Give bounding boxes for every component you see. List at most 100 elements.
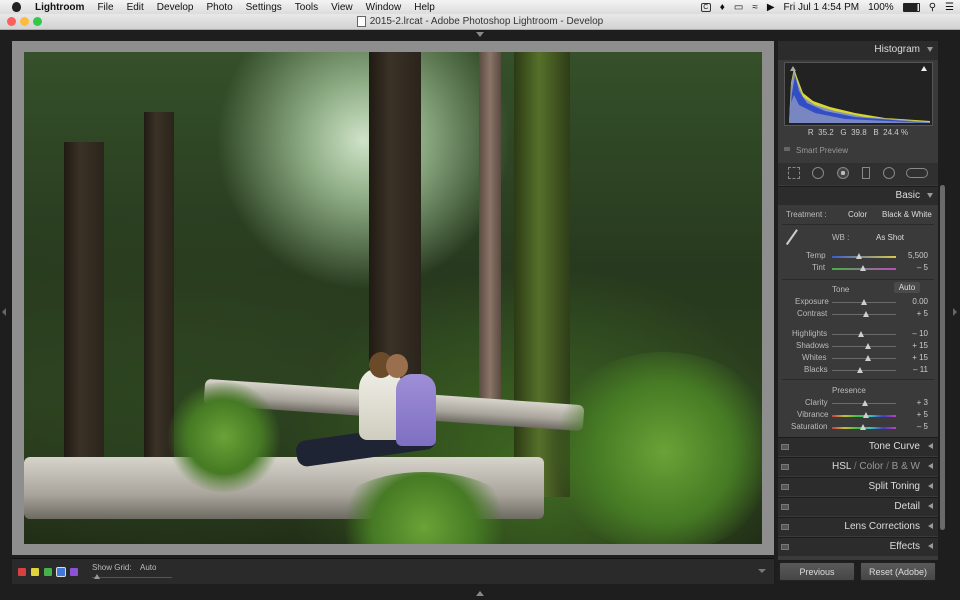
adjustment-brush-icon[interactable]	[906, 168, 928, 178]
flame-icon[interactable]: ♦	[720, 2, 725, 13]
vibrance-slider[interactable]	[832, 412, 896, 418]
menu-view[interactable]: View	[331, 2, 353, 13]
treatment-color-button[interactable]: Color	[848, 210, 867, 219]
exposure-value[interactable]: 0.00	[912, 297, 928, 306]
airplay-icon[interactable]: ▭	[734, 2, 743, 13]
tint-value[interactable]: – 5	[917, 263, 928, 272]
saturation-knob[interactable]	[859, 424, 866, 430]
left-panel-toggle-icon[interactable]	[2, 308, 6, 316]
zoom-window-button[interactable]	[33, 17, 42, 26]
auto-tone-button[interactable]: Auto	[894, 282, 920, 293]
wifi-icon[interactable]: ≈	[752, 2, 758, 13]
apple-icon[interactable]	[12, 2, 21, 12]
panel-switch-icon[interactable]	[781, 544, 789, 550]
volume-icon[interactable]: ▶	[767, 2, 775, 13]
white-balance-eyedropper-icon[interactable]	[785, 229, 807, 251]
blacks-slider[interactable]	[832, 367, 896, 373]
histogram[interactable]	[784, 62, 933, 126]
blacks-value[interactable]: – 11	[913, 365, 928, 374]
tab-bw[interactable]: B & W	[892, 461, 920, 472]
image-canvas[interactable]	[12, 41, 774, 555]
smart-preview-label[interactable]: Smart Preview	[796, 146, 848, 155]
tint-slider[interactable]	[832, 265, 896, 271]
vibrance-knob[interactable]	[862, 412, 869, 418]
tab-hsl[interactable]: HSL	[832, 461, 851, 472]
basic-header[interactable]: Basic	[778, 186, 938, 205]
contrast-slider[interactable]	[832, 311, 896, 317]
tone-curve-header[interactable]: Tone Curve	[778, 437, 938, 456]
lens-corrections-header[interactable]: Lens Corrections	[778, 517, 938, 536]
color-label-red[interactable]	[18, 568, 26, 576]
wb-select[interactable]: As Shot	[876, 233, 904, 242]
menu-settings[interactable]: Settings	[246, 2, 282, 13]
panel-switch-icon[interactable]	[781, 484, 789, 490]
photo-preview[interactable]	[24, 52, 762, 544]
highlights-value[interactable]: – 10	[912, 329, 928, 338]
whites-value[interactable]: + 15	[912, 353, 928, 362]
menu-develop[interactable]: Develop	[157, 2, 194, 13]
notification-center-icon[interactable]: ☰	[945, 2, 954, 13]
shadows-knob[interactable]	[865, 343, 872, 349]
spotlight-icon[interactable]: ⚲	[929, 2, 936, 13]
color-label-purple[interactable]	[70, 568, 78, 576]
grid-size-slider[interactable]	[92, 577, 172, 578]
smart-preview-icon[interactable]	[784, 147, 790, 151]
tint-knob[interactable]	[860, 265, 867, 271]
effects-header[interactable]: Effects	[778, 537, 938, 556]
spot-removal-tool-icon[interactable]	[812, 167, 824, 179]
close-window-button[interactable]	[7, 17, 16, 26]
app-menu[interactable]: Lightroom	[35, 2, 84, 13]
highlights-slider[interactable]	[832, 331, 896, 337]
panel-switch-icon[interactable]	[781, 464, 789, 470]
split-toning-header[interactable]: Split Toning	[778, 477, 938, 496]
saturation-slider[interactable]	[832, 424, 896, 430]
menu-photo[interactable]: Photo	[207, 2, 233, 13]
panel-scrollbar-thumb[interactable]	[940, 185, 945, 530]
color-label-blue[interactable]	[56, 567, 66, 577]
contrast-value[interactable]: + 5	[917, 309, 928, 318]
menu-window[interactable]: Window	[366, 2, 402, 13]
shadows-slider[interactable]	[832, 343, 896, 349]
tray-c-icon[interactable]: C	[700, 2, 711, 12]
vibrance-value[interactable]: + 5	[917, 410, 928, 419]
whites-slider[interactable]	[832, 355, 896, 361]
graduated-filter-icon[interactable]	[862, 167, 870, 179]
exposure-knob[interactable]	[861, 299, 867, 305]
radial-filter-icon[interactable]	[883, 167, 895, 179]
crop-tool-icon[interactable]	[788, 167, 800, 179]
show-grid-select[interactable]: Auto	[140, 563, 156, 572]
temp-slider[interactable]	[832, 253, 896, 259]
previous-button[interactable]: Previous	[779, 562, 855, 581]
clarity-knob[interactable]	[862, 400, 869, 406]
menu-file[interactable]: File	[97, 2, 113, 13]
tab-color[interactable]: Color	[859, 461, 883, 472]
clarity-slider[interactable]	[832, 400, 896, 406]
clock[interactable]: Fri Jul 1 4:54 PM	[784, 2, 860, 13]
right-panel-toggle-icon[interactable]	[953, 308, 957, 316]
menu-edit[interactable]: Edit	[127, 2, 144, 13]
exposure-slider[interactable]	[832, 299, 896, 305]
color-label-yellow[interactable]	[31, 568, 39, 576]
contrast-knob[interactable]	[862, 311, 869, 317]
clarity-value[interactable]: + 3	[917, 398, 928, 407]
panel-switch-icon[interactable]	[781, 444, 789, 450]
shadows-value[interactable]: + 15	[912, 341, 928, 350]
hsl-header[interactable]: HSL / Color / B & W	[778, 457, 938, 476]
red-eye-tool-icon[interactable]	[837, 167, 849, 179]
top-panel-toggle-icon[interactable]	[476, 32, 484, 37]
whites-knob[interactable]	[865, 355, 872, 361]
color-label-green[interactable]	[44, 568, 52, 576]
panel-switch-icon[interactable]	[781, 504, 789, 510]
panel-switch-icon[interactable]	[781, 524, 789, 530]
saturation-value[interactable]: – 5	[917, 422, 928, 431]
filmstrip-toggle-icon[interactable]	[476, 591, 484, 596]
temp-value[interactable]: 5,500	[908, 251, 928, 260]
blacks-knob[interactable]	[857, 367, 864, 373]
highlights-knob[interactable]	[857, 331, 864, 337]
grid-size-knob[interactable]	[94, 574, 100, 579]
treatment-bw-button[interactable]: Black & White	[882, 210, 932, 219]
histogram-header[interactable]: Histogram	[778, 41, 938, 60]
toolbar-menu-chevron-icon[interactable]	[758, 569, 766, 573]
battery-icon[interactable]	[902, 2, 920, 12]
menu-tools[interactable]: Tools	[295, 2, 318, 13]
